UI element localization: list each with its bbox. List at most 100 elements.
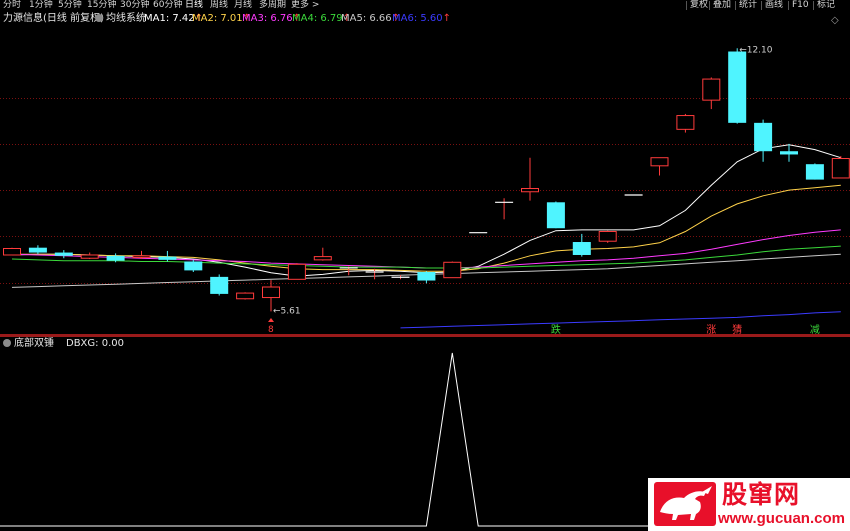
period-tab-0[interactable]: 分时	[3, 0, 21, 11]
candle[interactable]	[728, 48, 747, 124]
candle[interactable]	[572, 233, 591, 257]
candle[interactable]	[54, 250, 73, 259]
candle[interactable]	[210, 274, 229, 296]
candle-body	[262, 286, 280, 299]
period-tab-6[interactable]: 日线	[185, 0, 203, 11]
toolbar-button-5[interactable]: 标记	[817, 0, 835, 11]
candle[interactable]	[754, 119, 773, 162]
candle-body	[728, 51, 747, 123]
ma-legend-value: MA6: 5.60	[392, 13, 443, 24]
toolbar-separator	[761, 1, 762, 10]
ma-line-ma6	[400, 311, 841, 329]
period-tab-4[interactable]: 30分钟	[120, 0, 149, 11]
signal-up-arrow-icon	[268, 318, 274, 322]
candle[interactable]	[546, 201, 565, 229]
candle[interactable]	[443, 261, 462, 279]
candle-body	[158, 256, 177, 260]
candle-body	[598, 230, 617, 242]
candle-body	[831, 158, 850, 179]
candlestick-chart[interactable]: ←12.10 ←5.61 8 跌 涨 猜 减	[0, 26, 850, 334]
candle-body	[702, 78, 721, 101]
period-tab-2[interactable]: 5分钟	[58, 0, 82, 11]
watermark-title: 股窜网	[722, 480, 801, 509]
low-price-label: ←5.61	[273, 306, 301, 316]
candle[interactable]	[80, 252, 99, 260]
ma-legend-value: MA3: 6.76	[242, 13, 293, 24]
toolbar-button-3[interactable]: 画线	[765, 0, 783, 11]
candle-body	[80, 254, 99, 259]
candle[interactable]	[417, 271, 436, 284]
candle[interactable]	[287, 263, 306, 280]
candle[interactable]	[650, 157, 669, 176]
candle-body	[546, 202, 565, 229]
candle[interactable]	[28, 245, 47, 255]
signal-label: 跌	[551, 323, 561, 334]
candle-body	[676, 115, 695, 130]
period-toolbar: 分时 1分钟 5分钟 15分钟 30分钟 60分钟 日线 周线 月线 多周期 更多 > 复权 叠加 统计画…	[0, 0, 850, 11]
candle-body	[132, 255, 151, 258]
candle-body	[417, 272, 436, 281]
candle[interactable]	[132, 250, 151, 260]
toolbar-button-2[interactable]: 统计	[739, 0, 757, 11]
candle[interactable]	[598, 230, 617, 243]
candle-body	[780, 151, 798, 155]
sub-indicator-title: 底部双锤	[14, 338, 54, 349]
candle[interactable]	[805, 163, 824, 180]
signal-label: 涨	[706, 324, 716, 334]
candle[interactable]	[702, 77, 721, 110]
ma-legend-value: MA5: 6.66	[341, 13, 392, 24]
toolbar-separator	[686, 1, 687, 10]
candle[interactable]	[313, 247, 332, 261]
signal-label: 减	[810, 324, 820, 334]
toolbar-separator	[735, 1, 736, 10]
stock-chart-app: 分时 1分钟 5分钟 15分钟 30分钟 60分钟 日线 周线 月线 多周期 更多 > 复权 叠加 统计画…	[0, 0, 850, 531]
candle[interactable]	[780, 143, 798, 162]
ma-legend-value: MA1: 7.42	[144, 13, 195, 24]
sub-indicator-value: DBXG: 0.00	[66, 338, 124, 349]
candle[interactable]	[676, 113, 695, 133]
sub-indicator-menu-icon[interactable]	[3, 339, 11, 347]
stock-title[interactable]: 力源信息(日线 前复权)	[3, 11, 104, 26]
period-tab-7[interactable]: 周线	[210, 0, 228, 11]
candle-body	[754, 122, 773, 152]
candle-body	[106, 255, 125, 261]
candle-body	[236, 292, 255, 300]
bull-logo-icon	[654, 482, 716, 526]
toolbar-separator	[709, 1, 710, 10]
candle[interactable]	[495, 198, 514, 220]
indicator-label: 均线系统	[106, 13, 146, 24]
candle-body	[3, 248, 21, 256]
period-tab-8[interactable]: 月线	[234, 0, 252, 11]
candle-body	[313, 256, 332, 261]
period-tab-1[interactable]: 1分钟	[29, 0, 53, 11]
settings-diamond-icon[interactable]: ◇	[831, 16, 839, 26]
period-tab-5[interactable]: 60分钟	[153, 0, 182, 11]
candle[interactable]	[521, 157, 539, 201]
candle-body	[572, 242, 591, 255]
toolbar-separator	[788, 1, 789, 10]
indicator-menu-icon[interactable]	[95, 14, 103, 22]
ma-legend-6: MA6: 5.60↑	[392, 11, 451, 26]
ma-legend-value: MA4: 6.79	[292, 13, 343, 24]
candle-body	[287, 263, 306, 280]
main-legend: 力源信息(日线 前复权) 均线系统 MA1: 7.42↑ MA2: 7.01↑ MA…	[0, 11, 850, 26]
candle[interactable]	[236, 292, 255, 300]
period-tab-10[interactable]: 更多 >	[291, 0, 319, 11]
sub-indicator[interactable]: 底部双锤	[3, 337, 54, 351]
candle-body	[210, 276, 229, 294]
ma-legend-value: MA2: 7.01	[192, 13, 243, 24]
signal-label: 猜	[732, 323, 742, 334]
candle-body	[805, 164, 824, 180]
candle[interactable]	[184, 259, 203, 273]
toolbar-separator	[813, 1, 814, 10]
toolbar-button-4[interactable]: F10	[792, 0, 809, 11]
indicator-name[interactable]: 均线系统	[95, 11, 146, 26]
signal-marker: 8	[268, 325, 274, 334]
period-tab-9[interactable]: 多周期	[259, 0, 286, 11]
period-tab-3[interactable]: 15分钟	[87, 0, 116, 11]
candle[interactable]	[831, 156, 850, 179]
candle[interactable]	[3, 247, 21, 256]
pane-divider[interactable]	[0, 334, 850, 337]
toolbar-button-0[interactable]: 复权	[690, 0, 708, 11]
toolbar-button-1[interactable]: 叠加	[713, 0, 731, 11]
